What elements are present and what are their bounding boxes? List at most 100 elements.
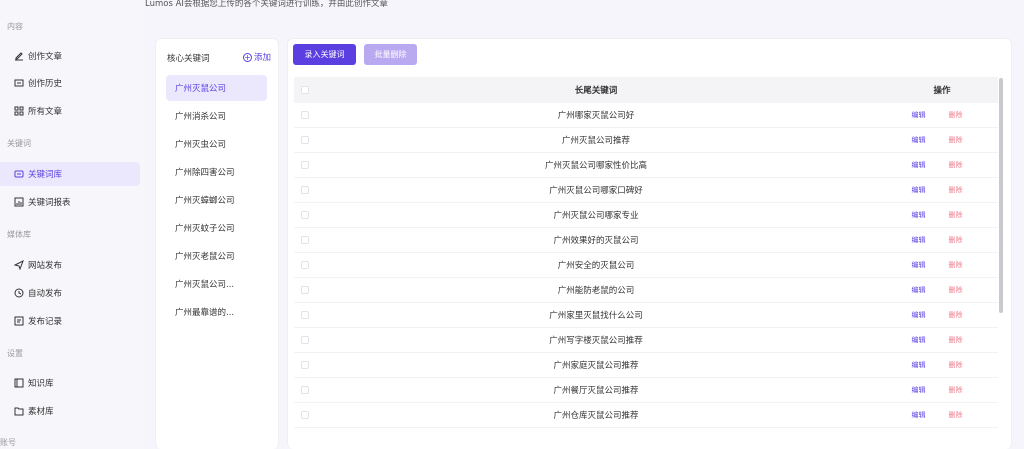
edit-link[interactable]: 编辑 <box>912 410 926 420</box>
row-checkbox[interactable] <box>301 336 309 344</box>
delete-link[interactable]: 删除 <box>949 385 963 395</box>
row-checkbox[interactable] <box>301 311 309 319</box>
delete-link[interactable]: 删除 <box>949 285 963 295</box>
section-label-account: 账号 <box>0 438 16 447</box>
sidebar-item-label: 自动发布 <box>28 289 63 299</box>
row-checkbox[interactable] <box>301 161 309 169</box>
sidebar-item-label: 关键词报表 <box>28 198 71 208</box>
sidebar-item-keyword-library[interactable]: 关键词库 <box>0 162 140 186</box>
edit-link[interactable]: 编辑 <box>912 185 926 195</box>
delete-link[interactable]: 删除 <box>949 335 963 345</box>
enter-keyword-button[interactable]: 录入关键词 <box>293 44 356 65</box>
page-description: Lumos AI会根据您上传的各个关键词进行训练，并由此创作文章 <box>145 0 388 9</box>
delete-link[interactable]: 删除 <box>949 260 963 270</box>
sidebar-item-label: 素材库 <box>28 407 54 417</box>
keyword-item[interactable]: 广州灭虫公司 <box>166 131 267 157</box>
edit-link[interactable]: 编辑 <box>912 285 926 295</box>
edit-link[interactable]: 编辑 <box>912 235 926 245</box>
keyword-item[interactable]: 广州消杀公司 <box>166 103 267 129</box>
keyword-item[interactable]: 广州灭蟑螂公司 <box>166 187 267 213</box>
row-keyword: 广州哪家灭鼠公司好 <box>557 111 635 121</box>
section-label-media: 媒体库 <box>7 230 31 239</box>
row-checkbox[interactable] <box>301 386 309 394</box>
edit-link[interactable]: 编辑 <box>912 360 926 370</box>
table-row: 广州写字楼灭鼠公司推荐 编辑 删除 <box>294 328 998 353</box>
edit-link[interactable]: 编辑 <box>912 260 926 270</box>
row-checkbox[interactable] <box>301 261 309 269</box>
book-icon <box>14 378 24 388</box>
row-checkbox[interactable] <box>301 111 309 119</box>
keyword-library-icon <box>14 169 24 179</box>
delete-link[interactable]: 删除 <box>949 235 963 245</box>
row-checkbox[interactable] <box>301 361 309 369</box>
delete-link[interactable]: 删除 <box>949 310 963 320</box>
row-keyword: 广州能防老鼠的公司 <box>557 286 635 296</box>
row-keyword: 广州安全的灭鼠公司 <box>557 261 635 271</box>
delete-link[interactable]: 删除 <box>949 110 963 120</box>
delete-link[interactable]: 删除 <box>949 410 963 420</box>
keywords-table: 长尾关键词 操作 广州哪家灭鼠公司好 编辑 删除 广州灭鼠公司推荐 编辑 删除 广州灭鼠公司… <box>294 77 998 428</box>
edit-link[interactable]: 编辑 <box>912 135 926 145</box>
table-row: 广州灭鼠公司哪家专业 编辑 删除 <box>294 203 998 228</box>
table-row: 广州能防老鼠的公司 编辑 删除 <box>294 278 998 303</box>
edit-link[interactable]: 编辑 <box>912 160 926 170</box>
select-all-checkbox[interactable] <box>301 86 309 94</box>
row-checkbox[interactable] <box>301 286 309 294</box>
sidebar-item-keyword-report[interactable]: 关键词报表 <box>0 190 140 214</box>
keyword-item[interactable]: 广州灭蚊子公司 <box>166 215 267 241</box>
table-row: 广州灭鼠公司推荐 编辑 删除 <box>294 128 998 153</box>
row-keyword: 广州灭鼠公司哪家性价比高 <box>544 161 647 171</box>
edit-link[interactable]: 编辑 <box>912 335 926 345</box>
row-keyword: 广州灭鼠公司哪家口碑好 <box>549 186 643 196</box>
row-checkbox[interactable] <box>301 211 309 219</box>
row-checkbox[interactable] <box>301 186 309 194</box>
keyword-item[interactable]: 广州灭老鼠公司 <box>166 243 267 269</box>
sidebar-item-material-library[interactable]: 素材库 <box>0 399 140 423</box>
sidebar-item-label: 关键词库 <box>28 170 63 180</box>
batch-delete-button[interactable]: 批量删除 <box>364 44 417 65</box>
row-keyword: 广州家里灭鼠找什么公司 <box>549 311 643 321</box>
section-label-content: 内容 <box>7 22 23 31</box>
history-icon <box>14 78 24 88</box>
section-label-keywords: 关键词 <box>7 139 31 148</box>
add-keyword-button[interactable]: + 添加 <box>242 51 271 63</box>
row-checkbox[interactable] <box>301 236 309 244</box>
delete-link[interactable]: 删除 <box>949 160 963 170</box>
record-icon <box>14 316 24 326</box>
table-scrollbar[interactable] <box>999 78 1003 313</box>
keyword-item[interactable]: 广州灭鼠公司... <box>166 271 267 297</box>
edit-link[interactable]: 编辑 <box>912 310 926 320</box>
grid-icon <box>14 106 24 116</box>
edit-link[interactable]: 编辑 <box>912 210 926 220</box>
clock-icon <box>14 288 24 298</box>
sidebar-item-create-article[interactable]: 创作文章 <box>0 44 140 68</box>
section-label-settings: 设置 <box>7 349 23 358</box>
report-icon <box>14 197 24 207</box>
table-row: 广州灭鼠公司哪家性价比高 编辑 删除 <box>294 153 998 178</box>
delete-link[interactable]: 删除 <box>949 360 963 370</box>
keyword-item[interactable]: 广州除四害公司 <box>166 159 267 185</box>
row-checkbox[interactable] <box>301 136 309 144</box>
table-row: 广州仓库灭鼠公司推荐 编辑 删除 <box>294 403 998 428</box>
sidebar-item-create-history[interactable]: 创作历史 <box>0 71 140 95</box>
keyword-item[interactable]: 广州最靠谱的... <box>166 299 267 325</box>
table-row: 广州家里灭鼠找什么公司 编辑 删除 <box>294 303 998 328</box>
sidebar-item-site-publish[interactable]: 网站发布 <box>0 253 140 277</box>
edit-link[interactable]: 编辑 <box>912 385 926 395</box>
keyword-item[interactable]: 广州灭鼠公司 <box>166 75 267 101</box>
edit-link[interactable]: 编辑 <box>912 110 926 120</box>
table-row: 广州效果好的灭鼠公司 编辑 删除 <box>294 228 998 253</box>
sidebar-item-auto-publish[interactable]: 自动发布 <box>0 281 140 305</box>
delete-link[interactable]: 删除 <box>949 135 963 145</box>
table-row: 广州餐厅灭鼠公司推荐 编辑 删除 <box>294 378 998 403</box>
sidebar-item-knowledge-base[interactable]: 知识库 <box>0 371 140 395</box>
sidebar-item-publish-record[interactable]: 发布记录 <box>0 309 140 333</box>
send-icon <box>14 260 24 270</box>
core-keywords-panel: 核心关键词 + 添加 广州灭鼠公司 广州消杀公司 广州灭虫公司 广州除四害公司 广州灭蟑… <box>155 38 279 449</box>
row-keyword: 广州餐厅灭鼠公司推荐 <box>553 386 639 396</box>
sidebar-item-all-articles[interactable]: 所有文章 <box>0 99 140 123</box>
delete-link[interactable]: 删除 <box>949 185 963 195</box>
delete-link[interactable]: 删除 <box>949 210 963 220</box>
row-checkbox[interactable] <box>301 411 309 419</box>
row-keyword: 广州仓库灭鼠公司推荐 <box>553 411 639 421</box>
